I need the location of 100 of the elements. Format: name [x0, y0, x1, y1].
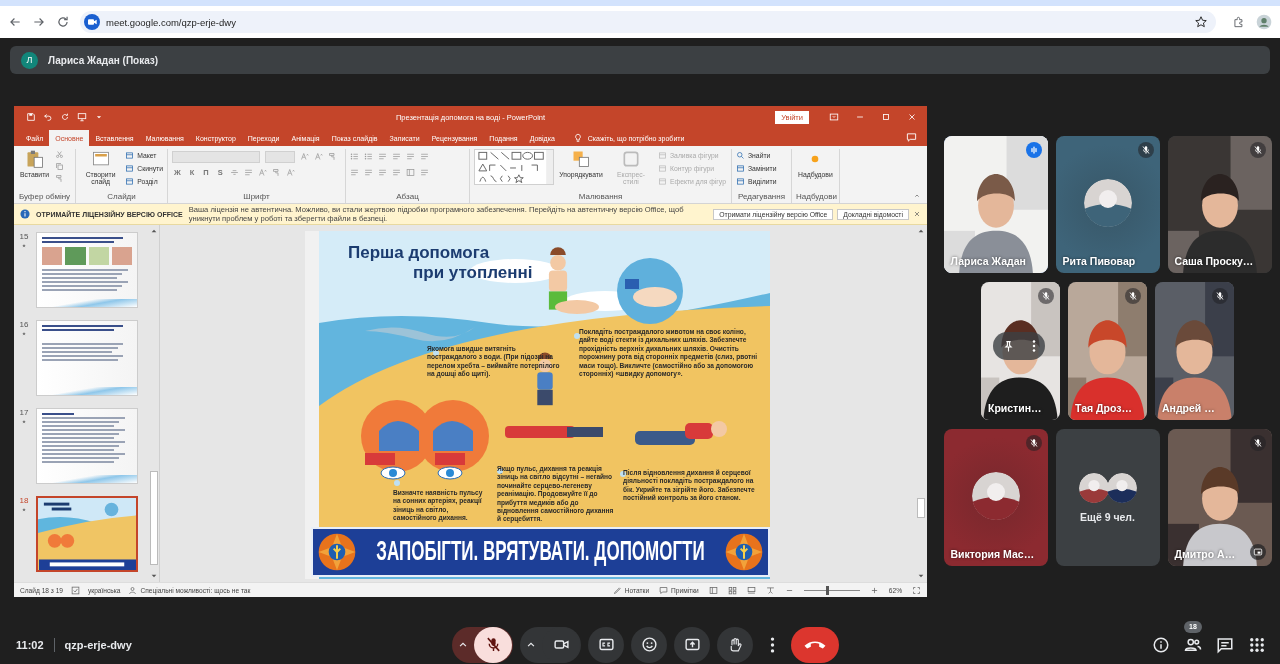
- close-icon[interactable]: [913, 210, 921, 218]
- square-icon: [658, 163, 667, 173]
- more-options-icon[interactable]: [1032, 340, 1037, 352]
- zoom-in-icon[interactable]: [869, 585, 879, 595]
- highlight-icon[interactable]: [271, 168, 281, 177]
- search-icon: [736, 150, 745, 160]
- square-icon: [125, 150, 135, 160]
- increase-size-icon[interactable]: [300, 152, 309, 161]
- indent-icon[interactable]: [378, 152, 387, 161]
- slide-title: Перша допомога: [348, 243, 490, 263]
- text-direction-icon[interactable]: [420, 152, 429, 161]
- info-icon[interactable]: [1152, 635, 1170, 654]
- slide-thumbnail[interactable]: [36, 496, 138, 572]
- apps-grid-icon[interactable]: [1248, 635, 1266, 654]
- leave-call-button[interactable]: [791, 626, 839, 663]
- raise-hand-button[interactable]: [717, 626, 753, 663]
- tile-actions-menu[interactable]: [993, 332, 1045, 360]
- save-icon[interactable]: [26, 112, 36, 122]
- lightbulb-icon: [572, 133, 583, 143]
- phone-icon: [804, 639, 826, 650]
- accessibility-icon[interactable]: [128, 585, 138, 595]
- square-icon: [736, 176, 745, 186]
- captions-button[interactable]: [588, 626, 624, 663]
- shapes-gallery[interactable]: [474, 149, 554, 185]
- participant-tile[interactable]: Ещё 9 чел.: [1055, 429, 1160, 566]
- outdent-icon[interactable]: [392, 152, 401, 161]
- line-spacing-icon[interactable]: [406, 152, 415, 161]
- ribbon-options-icon[interactable]: [829, 112, 839, 122]
- slide-sorter-icon[interactable]: [727, 585, 737, 595]
- brush-icon[interactable]: [55, 173, 65, 184]
- align-center-icon[interactable]: [364, 168, 373, 177]
- square-icon: [658, 150, 667, 160]
- numbered-list-icon[interactable]: [364, 152, 373, 161]
- present-screen-icon: [683, 636, 701, 653]
- stacked-squares-icon: [571, 149, 591, 169]
- profile-avatar-icon[interactable]: [1256, 14, 1272, 30]
- scroll-up-icon[interactable]: [150, 227, 158, 235]
- reactions-button[interactable]: [631, 626, 667, 663]
- microphone-button[interactable]: [474, 626, 512, 663]
- close-icon[interactable]: [907, 112, 917, 122]
- transition-star-icon: [21, 243, 27, 249]
- avatar: [1106, 472, 1137, 503]
- extensions-icon[interactable]: [1232, 15, 1246, 29]
- group-label: Надбудови: [796, 192, 835, 203]
- font-size-field[interactable]: [265, 150, 295, 163]
- banner-text: ЗАПОБІГТИ. ВРЯТУВАТИ. ДОПОМОГТИ: [376, 536, 705, 568]
- columns-icon[interactable]: [406, 168, 415, 177]
- clear-format-icon[interactable]: [328, 152, 337, 161]
- address-field[interactable]: meet.google.com/qzp-erje-dwy: [80, 11, 1216, 33]
- align-right-icon[interactable]: [378, 168, 387, 177]
- align-left-icon[interactable]: [350, 168, 359, 177]
- microphone-off-icon: [484, 636, 502, 653]
- scroll-thumb[interactable]: [917, 497, 925, 519]
- meeting-time: 11:02: [16, 638, 44, 651]
- group-label: Редагування: [736, 192, 787, 203]
- case-icon[interactable]: [257, 168, 267, 177]
- scroll-down-icon[interactable]: [917, 572, 925, 580]
- reading-view-icon[interactable]: [746, 585, 756, 595]
- strikethrough-icon[interactable]: [229, 168, 239, 177]
- avatar: [1078, 472, 1109, 503]
- group-label: Слайди: [106, 192, 137, 203]
- spellcheck-icon[interactable]: [71, 585, 80, 595]
- present-button[interactable]: [674, 626, 710, 663]
- spacing-icon[interactable]: [243, 168, 253, 177]
- pin-icon[interactable]: [1001, 339, 1015, 353]
- back-icon[interactable]: [8, 15, 22, 29]
- participant-name: Саша Проску…: [1174, 255, 1254, 267]
- redo-icon[interactable]: [60, 112, 70, 122]
- justify-icon[interactable]: [392, 168, 401, 177]
- bullet-list-icon[interactable]: [350, 152, 359, 161]
- square-icon: [125, 176, 135, 186]
- emblem-icon: [317, 532, 357, 572]
- bookmark-star-icon[interactable]: [1194, 15, 1208, 29]
- scroll-thumb[interactable]: [150, 470, 158, 566]
- reload-icon[interactable]: [56, 15, 70, 29]
- scroll-up-icon[interactable]: [917, 227, 925, 235]
- decrease-size-icon[interactable]: [314, 152, 323, 161]
- scissors-icon[interactable]: [55, 149, 65, 160]
- notes-icon[interactable]: [612, 585, 622, 595]
- maximize-icon[interactable]: [881, 112, 891, 122]
- comment-icon[interactable]: [659, 585, 669, 595]
- slideshow-view-icon[interactable]: [765, 585, 775, 595]
- font-color-icon[interactable]: [285, 168, 295, 177]
- normal-view-icon[interactable]: [708, 585, 718, 595]
- captions-icon: [597, 636, 615, 653]
- fit-to-window-icon[interactable]: [912, 585, 921, 595]
- copy-icon[interactable]: [55, 161, 65, 172]
- scroll-down-icon[interactable]: [150, 572, 158, 580]
- collapse-ribbon-icon[interactable]: [913, 192, 921, 200]
- video-camera-icon: [84, 14, 100, 30]
- transition-star-icon: [21, 507, 27, 513]
- font-name-field[interactable]: [172, 150, 260, 163]
- undo-icon[interactable]: [43, 112, 53, 122]
- slide-number: 18: [19, 496, 29, 505]
- avatar: [1083, 178, 1132, 227]
- slideshow-icon[interactable]: [77, 112, 87, 122]
- participant-name: Тая Дроз…: [1075, 402, 1132, 414]
- align-text-icon[interactable]: [420, 168, 429, 177]
- slide-number: 17: [19, 408, 29, 417]
- chat-icon[interactable]: [1216, 635, 1234, 654]
